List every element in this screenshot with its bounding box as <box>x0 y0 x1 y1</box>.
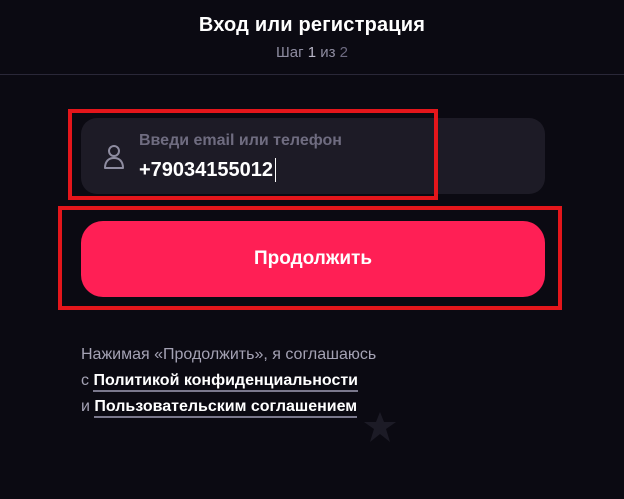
step-current: 1 <box>307 44 317 61</box>
legal-prefix-with: с <box>81 372 89 389</box>
login-input-text: +79034155012 <box>139 158 274 181</box>
step-indicator: Шаг 1 из 2 <box>0 44 624 61</box>
dialog-header: Вход или регистрация Шаг 1 из 2 <box>0 0 624 75</box>
login-input-label: Введи email или телефон <box>139 132 342 149</box>
legal-line-1: Нажимая «Продолжить», я соглашаюсь <box>81 346 377 363</box>
watermark-icon <box>364 412 396 442</box>
terms-link[interactable]: Пользовательским соглашением <box>94 398 358 418</box>
legal-line-2: с Политикой конфиденциальности <box>81 368 561 394</box>
step-total: 2 <box>339 44 349 61</box>
legal-notice: Нажимая «Продолжить», я соглашаюсь с Пол… <box>81 342 561 420</box>
login-input-value[interactable]: +79034155012 <box>139 158 277 182</box>
step-of: из <box>320 44 336 61</box>
step-prefix: Шаг <box>275 44 304 61</box>
privacy-policy-link[interactable]: Политикой конфиденциальности <box>93 372 359 392</box>
login-input[interactable]: Введи email или телефон +79034155012 <box>81 118 545 194</box>
legal-line-3: и Пользовательским соглашением <box>81 394 561 420</box>
legal-prefix-and: и <box>81 398 90 415</box>
user-icon <box>104 145 124 169</box>
page-title: Вход или регистрация <box>198 14 426 36</box>
text-cursor <box>275 158 277 182</box>
continue-button[interactable]: Продолжить <box>81 221 545 297</box>
